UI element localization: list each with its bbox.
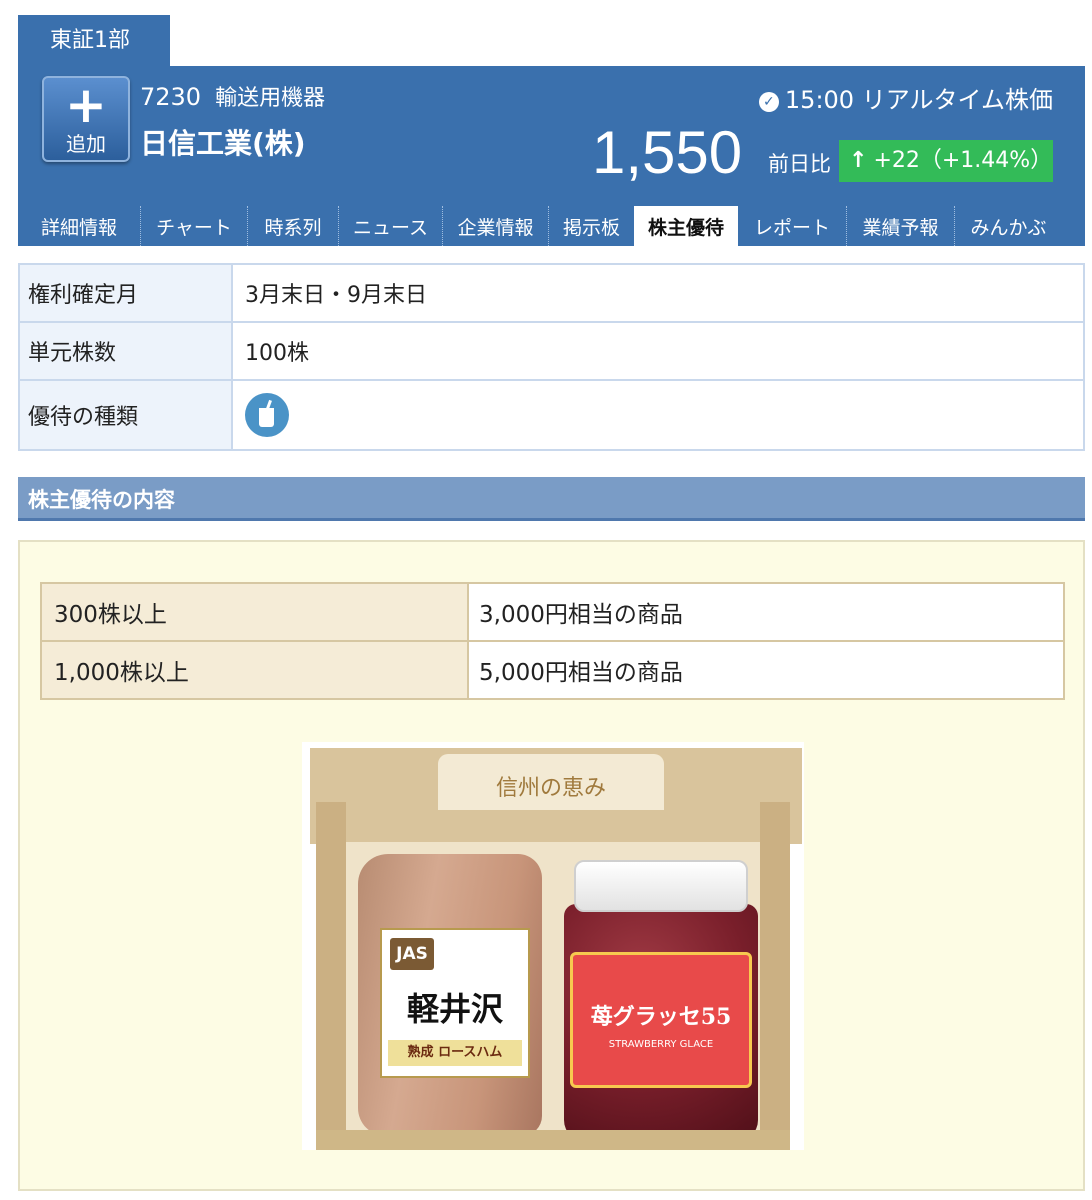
- check-circle-icon: ✓: [758, 92, 779, 112]
- tab-message-board[interactable]: 掲示板: [548, 206, 634, 246]
- tier-benefit: 5,000円相当の商品: [467, 640, 1065, 700]
- benefit-info-table: 権利確定月 3月末日・9月末日 単元株数 100株 優待の種類: [18, 263, 1085, 451]
- benefit-type-label: 優待の種類: [18, 379, 233, 451]
- price-change: +22（+1.44%）: [873, 148, 1053, 173]
- tier-benefit: 3,000円相当の商品: [467, 582, 1065, 642]
- tab-details[interactable]: 詳細情報: [18, 206, 140, 246]
- prev-day-label: 前日比: [768, 152, 831, 176]
- product-image: 信州の恵み JAS 軽井沢 熟成 ロースハム 苺グラッセ55 STRAWBERR…: [302, 742, 804, 1150]
- record-date-label: 権利確定月: [18, 263, 233, 323]
- box-brand-tab: 信州の恵み: [438, 754, 664, 810]
- industry-label: 輸送用機器: [215, 86, 326, 111]
- realtime-label: リアルタイム株価: [861, 86, 1053, 114]
- section-title: 株主優待の内容: [18, 477, 1085, 521]
- stock-code: 7230: [140, 83, 202, 111]
- company-name: 日信工業(株): [140, 127, 306, 160]
- quote-time: 15:00: [784, 86, 855, 114]
- tab-shareholder-benefits[interactable]: 株主優待: [634, 206, 738, 246]
- add-button-label: 追加: [66, 132, 106, 156]
- ham-label: JAS 軽井沢 熟成 ロースハム: [380, 928, 530, 1078]
- stock-nav-tabs: 詳細情報 チャート 時系列 ニュース 企業情報 掲示板 株主優待 レポート 業績…: [18, 206, 1085, 246]
- ham-name: 軽井沢: [406, 990, 503, 1028]
- realtime-indicator: ✓ 15:00 リアルタイム株価: [758, 80, 1053, 115]
- tab-company-info[interactable]: 企業情報: [442, 206, 548, 246]
- jar-subtitle: STRAWBERRY GLACE: [608, 1039, 714, 1050]
- table-row: 優待の種類: [18, 379, 1085, 451]
- stock-price: 1,550: [592, 119, 743, 186]
- tab-minkabu[interactable]: みんかぶ: [954, 206, 1062, 246]
- benefit-tier-table: 300株以上 3,000円相当の商品 1,000株以上 5,000円相当の商品: [40, 582, 1065, 700]
- tab-reports[interactable]: レポート: [738, 206, 846, 246]
- tab-timeseries[interactable]: 時系列: [247, 206, 338, 246]
- jar-label: 苺グラッセ55 STRAWBERRY GLACE: [570, 952, 752, 1088]
- ham-subtitle: 熟成 ロースハム: [388, 1040, 522, 1066]
- market-tab: 東証1部: [18, 15, 170, 67]
- unit-shares-value: 100株: [231, 321, 1085, 381]
- jas-logo: JAS: [390, 938, 434, 970]
- table-row: 1,000株以上 5,000円相当の商品: [40, 640, 1065, 700]
- record-date-value: 3月末日・9月末日: [231, 263, 1085, 323]
- price-change-badge: ↑ +22（+1.44%）: [839, 140, 1053, 182]
- tab-chart[interactable]: チャート: [140, 206, 247, 246]
- table-row: 権利確定月 3月末日・9月末日: [18, 263, 1085, 323]
- benefit-content-box: 300株以上 3,000円相当の商品 1,000株以上 5,000円相当の商品 …: [18, 540, 1085, 1191]
- tier-shares: 300株以上: [40, 582, 469, 642]
- tab-news[interactable]: ニュース: [338, 206, 442, 246]
- table-row: 300株以上 3,000円相当の商品: [40, 582, 1065, 642]
- arrow-up-icon: ↑: [849, 148, 868, 173]
- tab-earnings-forecast[interactable]: 業績予報: [846, 206, 954, 246]
- drink-icon: [245, 393, 289, 437]
- jar-name: 苺グラッセ55: [590, 1004, 732, 1030]
- stock-header: + 追加 7230 輸送用機器 日信工業(株) ✓ 15:00 リアルタイム株価 1…: [18, 66, 1085, 246]
- unit-shares-label: 単元株数: [18, 321, 233, 381]
- table-row: 単元株数 100株: [18, 321, 1085, 381]
- add-button[interactable]: + 追加: [42, 76, 130, 162]
- plus-icon: +: [65, 76, 107, 134]
- tier-shares: 1,000株以上: [40, 640, 469, 700]
- benefit-type-value: [231, 379, 1085, 451]
- stock-code-line: 7230 輸送用機器: [140, 80, 325, 112]
- box-brand: 信州の恵み: [495, 776, 606, 801]
- jar-lid: [574, 860, 748, 912]
